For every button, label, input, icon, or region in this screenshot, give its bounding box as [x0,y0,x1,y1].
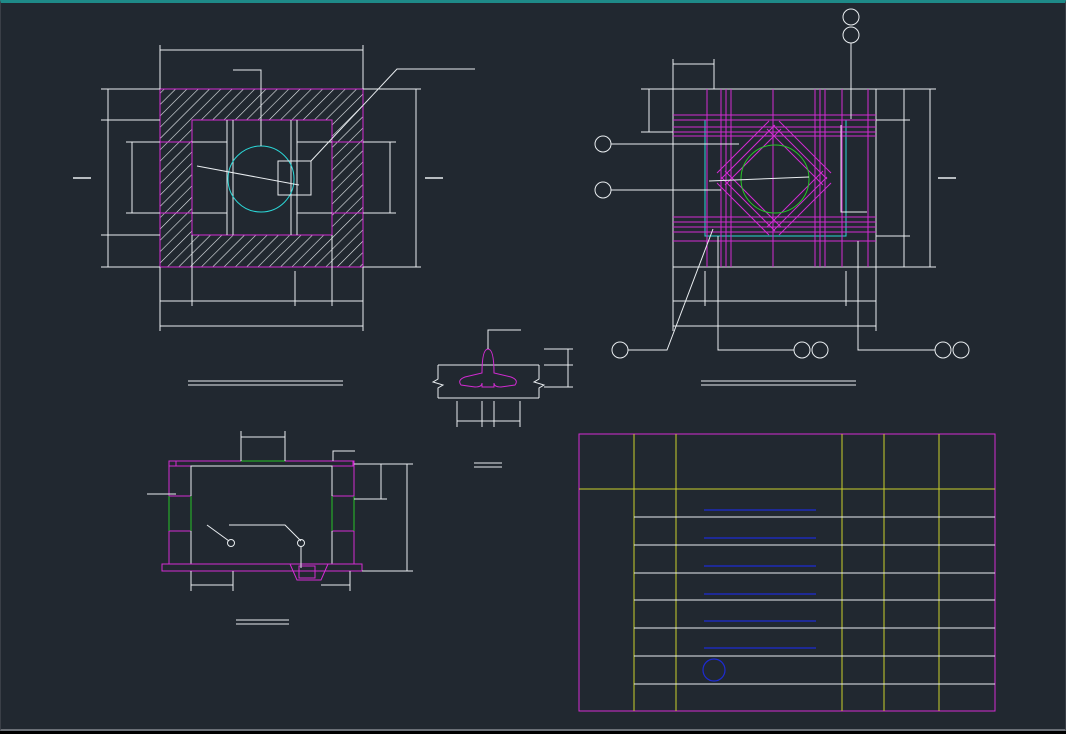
plan-pipe-circle [227,145,295,213]
cad-drawing [73,8,996,712]
drawing-canvas[interactable] [0,0,1066,731]
schedule-table [578,433,996,712]
section-view [147,431,413,625]
plan-view [73,45,475,386]
bar-detail [431,329,573,468]
reinforcement-view [594,8,970,386]
